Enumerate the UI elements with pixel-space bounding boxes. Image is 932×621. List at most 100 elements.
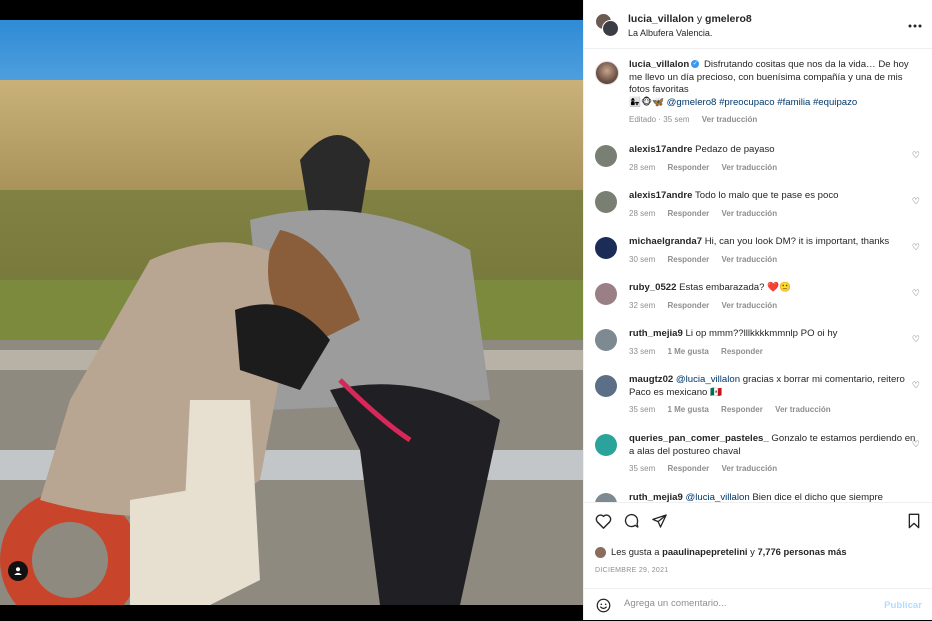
comment-like-heart-icon[interactable]: ♡	[912, 288, 920, 299]
comment-time: 28 sem	[629, 162, 656, 172]
reply-link[interactable]: Responder	[667, 163, 709, 172]
reply-link[interactable]: Responder	[667, 301, 709, 310]
comment-mention[interactable]: @lucia_villalon	[676, 374, 740, 385]
send-icon[interactable]	[651, 513, 668, 534]
caption-tag[interactable]: @gmelero8	[667, 97, 717, 108]
avatar[interactable]	[595, 434, 617, 456]
comment-item: maugtz02 @lucia_villalon gracias x borra…	[595, 374, 920, 417]
comment-like-heart-icon[interactable]: ♡	[912, 196, 920, 207]
comment-username[interactable]: queries_pan_comer_pasteles_	[629, 433, 769, 444]
post-date[interactable]: DICIEMBRE 29, 2021	[595, 567, 669, 574]
reply-link[interactable]: Responder	[667, 255, 709, 264]
verified-badge-icon: ✓	[691, 60, 700, 69]
avatar[interactable]	[595, 237, 617, 259]
comment-like-heart-icon[interactable]: ♡	[912, 334, 920, 345]
comment-item: alexis17andre Pedazo de payaso 28 sem Re…	[595, 144, 920, 174]
caption-emojis: 👩‍👧🐵🦋	[629, 96, 664, 108]
avatar[interactable]	[595, 329, 617, 351]
avatar[interactable]	[595, 145, 617, 167]
comment-username[interactable]: maugtz02	[629, 374, 673, 385]
likes-joiner: y	[750, 546, 755, 557]
caption-edited-time: Editado · 35 sem	[629, 115, 690, 125]
tagged-users-icon[interactable]	[8, 561, 28, 581]
comment-icon[interactable]	[623, 513, 640, 534]
comment-like-heart-icon[interactable]: ♡	[912, 380, 920, 391]
caption: lucia_villalon ✓ Disfrutando cositas que …	[595, 59, 920, 127]
caption-username[interactable]: lucia_villalon	[629, 59, 689, 70]
translate-link[interactable]: Ver traducción	[722, 163, 778, 172]
avatar[interactable]	[595, 493, 617, 502]
post-side-panel: lucia_villalon y gmelero8 La Albufera Va…	[583, 0, 932, 620]
reply-link[interactable]: Responder	[667, 464, 709, 473]
reply-link[interactable]: Responder	[721, 347, 763, 356]
avatar[interactable]	[595, 191, 617, 213]
comment-like-heart-icon[interactable]: ♡	[912, 439, 920, 450]
header-location[interactable]: La Albufera Valencia.	[628, 28, 712, 38]
comment-username[interactable]: ruth_mejia9	[629, 328, 683, 339]
translate-link[interactable]: Ver traducción	[702, 115, 758, 124]
caption-tag[interactable]: #familia	[777, 97, 810, 108]
comment-time: 32 sem	[629, 300, 656, 310]
comment-username[interactable]: ruth_mejia9	[629, 492, 683, 502]
translate-link[interactable]: Ver traducción	[722, 464, 778, 473]
post-media-pane	[0, 0, 583, 620]
likes-others[interactable]: 7,776 personas más	[757, 546, 846, 557]
header-usernames: lucia_villalon y gmelero8	[628, 13, 752, 25]
translate-link[interactable]: Ver traducción	[722, 209, 778, 218]
comment-likes-count[interactable]: 1 Me gusta	[667, 405, 708, 414]
avatar[interactable]	[595, 61, 619, 85]
comment-like-heart-icon[interactable]: ♡	[912, 242, 920, 253]
more-horizontal-icon[interactable]	[908, 15, 922, 31]
post-photo[interactable]	[0, 20, 583, 605]
comment-time: 35 sem	[629, 405, 656, 415]
heart-icon[interactable]	[595, 513, 612, 534]
comment-username[interactable]: michaelgranda7	[629, 236, 702, 247]
comment-item: ruby_0522 Estas embarazada? ❤️🙂 32 sem R…	[595, 282, 920, 312]
comment-text: Hi, can you look DM? it is important, th…	[704, 236, 890, 247]
comment-like-heart-icon[interactable]: ♡	[912, 150, 920, 161]
comment-text: Bien dice el dicho que siempre	[752, 492, 884, 502]
reply-link[interactable]: Responder	[667, 209, 709, 218]
likes-summary: Les gusta a paaulinapepretelini y 7,776 …	[595, 546, 847, 559]
translate-link[interactable]: Ver traducción	[775, 405, 831, 414]
avatar[interactable]	[595, 283, 617, 305]
comment-input[interactable]	[622, 597, 866, 610]
caption-tag[interactable]: #equipazo	[813, 97, 857, 108]
comment-username[interactable]: alexis17andre	[629, 190, 692, 201]
post-header: lucia_villalon y gmelero8 La Albufera Va…	[584, 0, 932, 49]
header-joiner: y	[696, 13, 703, 25]
header-avatars[interactable]	[595, 13, 619, 37]
comment-time: 30 sem	[629, 254, 656, 264]
comment-text: Todo lo malo que te pase es poco	[694, 190, 839, 201]
comment-item: ruth_mejia9 @lucia_villalon Bien dice el…	[595, 492, 920, 502]
caption-tag[interactable]: #preocupaco	[719, 97, 774, 108]
header-user1[interactable]: lucia_villalon	[628, 13, 694, 25]
comment-username[interactable]: alexis17andre	[629, 144, 692, 155]
comment-text: Pedazo de payaso	[695, 144, 775, 155]
avatar[interactable]	[595, 375, 617, 397]
comment-item: michaelgranda7 Hi, can you look DM? it i…	[595, 236, 920, 266]
comment-username[interactable]: ruby_0522	[629, 282, 676, 293]
comment-item: queries_pan_comer_pasteles_ Gonzalo te e…	[595, 433, 920, 476]
avatar	[602, 20, 619, 37]
likes-prefix: Les gusta a	[611, 546, 660, 557]
translate-link[interactable]: Ver traducción	[722, 255, 778, 264]
bookmark-icon[interactable]	[907, 513, 921, 534]
post-actions-bar: Les gusta a paaulinapepretelini y 7,776 …	[584, 502, 932, 583]
comment-likes-count[interactable]: 1 Me gusta	[667, 347, 708, 356]
comment-time: 33 sem	[629, 346, 656, 356]
reply-link[interactable]: Responder	[721, 405, 763, 414]
emoji-icon[interactable]	[596, 598, 611, 618]
header-user2[interactable]: gmelero8	[705, 13, 752, 25]
comments-list[interactable]: lucia_villalon ✓ Disfrutando cositas que …	[584, 49, 932, 502]
add-comment-bar: Publicar	[584, 588, 932, 621]
comment-mention[interactable]: @lucia_villalon	[686, 492, 750, 502]
publish-button[interactable]: Publicar	[884, 600, 922, 611]
avatar	[595, 547, 606, 559]
comment-item: alexis17andre Todo lo malo que te pase e…	[595, 190, 920, 220]
comment-time: 28 sem	[629, 208, 656, 218]
likes-user[interactable]: paaulinapepretelini	[662, 546, 747, 557]
comment-time: 35 sem	[629, 464, 656, 474]
comment-item: ruth_mejia9 Li op mmm??lllkkkkmmnlp PO o…	[595, 328, 920, 358]
translate-link[interactable]: Ver traducción	[722, 301, 778, 310]
